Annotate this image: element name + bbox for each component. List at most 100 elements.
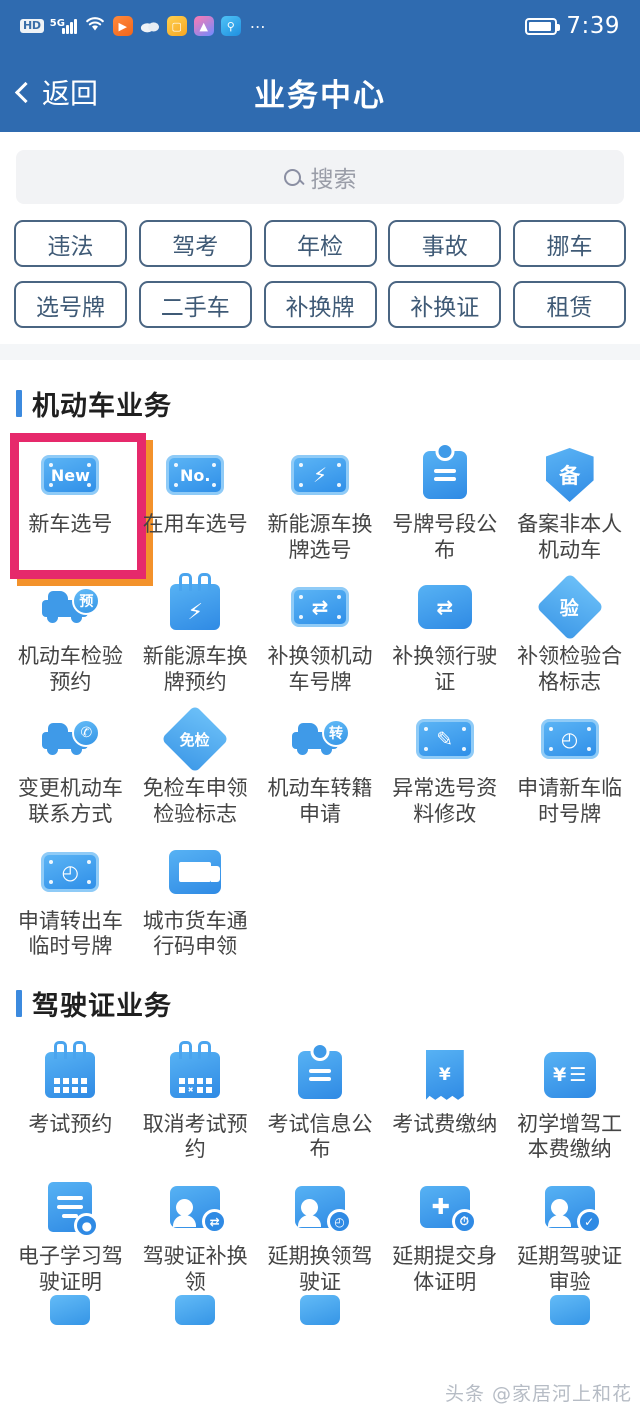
plate-edit-icon: ✎ <box>414 711 476 767</box>
grid-item-haopai-haoduan-gongbu[interactable]: 号牌号段公布 <box>382 439 507 563</box>
more-dots-icon: ⋯ <box>249 16 267 36</box>
plate-clock-icon: ◴ <box>539 711 601 767</box>
chip-nianjian[interactable]: 年检 <box>263 220 377 267</box>
partial-next-row <box>8 1295 632 1326</box>
car-transfer-icon: 转 <box>289 711 351 767</box>
grid-item-label: 号牌号段公布 <box>392 512 498 562</box>
search-app-icon: ⚲ <box>220 16 241 36</box>
grid-item-kaoshi-yuyue[interactable]: 考试预约 <box>8 1039 133 1163</box>
license-plate-lightning-icon: ⚡ <box>289 447 351 503</box>
chip-zulin[interactable]: 租赁 <box>513 281 626 328</box>
status-bar-right: 7:39 <box>525 13 620 39</box>
chip-xuanhaopai[interactable]: 选号牌 <box>14 281 127 328</box>
truck-pass-icon <box>164 844 226 900</box>
car-exchange-icon: ⇄ <box>414 579 476 635</box>
pink-app-icon: ▲ <box>193 16 214 36</box>
grid-item-label: 新车选号 <box>28 512 113 536</box>
grid-item-buhuanling-xingshizheng[interactable]: ⇄ 补换领行驶证 <box>382 571 507 695</box>
grid-item-label: 变更机动车联系方式 <box>17 776 123 827</box>
grid-item-kaoshifei-jiaona[interactable]: ¥ 考试费缴纳 <box>382 1039 507 1163</box>
search-input[interactable]: 搜索 <box>16 150 624 204</box>
grid-item-kaoshi-xinxi-gongbu[interactable]: 考试信息公布 <box>258 1039 383 1163</box>
quick-tag-chips: 违法 驾考 年检 事故 挪车 选号牌 二手车 补换牌 补换证 租赁 <box>0 214 640 344</box>
license-plate-new-icon: New <box>39 447 101 503</box>
car-appointment-icon: 预 <box>39 579 101 635</box>
grid-item-jiashizheng-buhuanling[interactable]: ⇄ 驾驶证补换领 <box>133 1171 258 1295</box>
chip-buhuanzheng[interactable]: 补换证 <box>388 281 502 328</box>
grid-item-shenqing-xinche-linshi-haopai[interactable]: ◴ 申请新车临时号牌 <box>507 703 632 827</box>
grid-item-dianzi-xuexi-jiashi-zhengming[interactable]: ● 电子学习驾驶证明 <box>8 1171 133 1295</box>
grid-item-buling-jianyan-hege-biaozhi[interactable]: 验 补领检验合格标志 <box>507 571 632 695</box>
section-accent-bar <box>16 989 22 1017</box>
grid-item-biangeng-lianxi-fangshi[interactable]: ✆ 变更机动车联系方式 <box>8 703 133 827</box>
grid-item-chuxue-zengjia-gongbenfei[interactable]: ¥ ☰ 初学增驾工本费缴纳 <box>507 1039 632 1163</box>
grid-item-label: 补换领机动车号牌 <box>267 644 373 694</box>
person-check-icon: ✓ <box>539 1179 602 1235</box>
grid-item-xinche-xuanhao[interactable]: New 新车选号 <box>8 433 146 579</box>
grid-item-xinnengyuan-huanpai-xuanhao[interactable]: ⚡ 新能源车换牌选号 <box>258 439 383 563</box>
section-motor-vehicle: 机动车业务 New 新车选号 No. 在用车选号 ⚡ 新能源车换牌选号 号牌号段… <box>0 360 640 960</box>
document-person-icon: ● <box>39 1179 101 1239</box>
grid-item-label: 机动车检验预约 <box>17 644 123 694</box>
grid-item-jidongche-zhuanji-shenqing[interactable]: 转 机动车转籍申请 <box>258 703 383 827</box>
grid-item-yanqi-tijiao-shenti-zhengming[interactable]: ✚ ⏱ 延期提交身体证明 <box>382 1171 507 1295</box>
grid-item-shenqing-zhuanchuche-linshi-haopai[interactable]: ◴ 申请转出车临时号牌 <box>8 836 133 960</box>
shield-bei-icon: 备 <box>539 447 601 503</box>
partial-icon <box>507 1295 632 1326</box>
grid-item-jidongche-jianyan-yuyue[interactable]: 预 机动车检验预约 <box>8 571 133 695</box>
grid-item-label: 申请新车临时号牌 <box>517 776 623 827</box>
person-clock-icon: ◴ <box>289 1179 352 1235</box>
grid-item-buhuanling-jidongche-haopai[interactable]: ⇄ 补换领机动车号牌 <box>258 571 383 695</box>
search-zone: 搜索 <box>0 132 640 214</box>
grid-spacer <box>507 836 632 960</box>
grid-item-yanqi-jiashizheng-shenyan[interactable]: ✓ 延期驾驶证审验 <box>507 1171 632 1295</box>
grid-item-chengshi-huoche-tongxingma[interactable]: 城市货车通行码申领 <box>133 836 258 960</box>
chip-buhuanpai[interactable]: 补换牌 <box>263 281 377 328</box>
grid-item-beian-feibenren-jidongche[interactable]: 备 备案非本人机动车 <box>507 439 632 563</box>
grid-item-label: 驾驶证补换领 <box>142 1244 248 1294</box>
back-button[interactable]: 返回 <box>0 72 98 112</box>
license-plate-no-icon: No. <box>164 447 226 503</box>
grid-item-mianjianche-shenling-biaozhi[interactable]: 免检 免检车申领检验标志 <box>133 703 258 827</box>
plate-exchange-icon: ⇄ <box>289 579 351 635</box>
wifi-icon <box>84 15 106 37</box>
partial-icon <box>133 1295 258 1326</box>
grid-item-label: 延期提交身体证明 <box>392 1244 498 1294</box>
section-divider <box>0 344 640 360</box>
grid-item-label: 初学增驾工本费缴纳 <box>517 1111 623 1162</box>
grid-item-label: 异常选号资料修改 <box>392 776 498 827</box>
grid-item-label: 取消考试预约 <box>142 1111 248 1162</box>
chip-row-1: 违法 驾考 年检 事故 挪车 <box>14 220 626 267</box>
grid-item-label: 电子学习驾驶证明 <box>17 1244 123 1294</box>
receipt-yuan-edit-icon: ¥ <box>414 1047 476 1103</box>
grid-item-label: 申请转出车临时号牌 <box>17 908 123 959</box>
search-placeholder: 搜索 <box>310 167 357 193</box>
chip-ershouche[interactable]: 二手车 <box>138 281 252 328</box>
partial-icon <box>258 1295 383 1326</box>
grid-item-zaiyongche-xuanhao[interactable]: No. 在用车选号 <box>133 439 258 563</box>
grid-spacer <box>258 836 383 960</box>
grid-item-quxiao-kaoshi-yuyue[interactable]: ✖ 取消考试预约 <box>133 1039 258 1163</box>
grid-item-label: 延期驾驶证审验 <box>517 1244 623 1294</box>
car-phone-icon: ✆ <box>39 711 101 767</box>
grid-item-label: 延期换领驾驶证 <box>267 1244 373 1294</box>
section-title: 驾驶证业务 <box>32 990 172 1022</box>
clock-label: 7:39 <box>566 13 620 39</box>
grid-item-label: 机动车转籍申请 <box>267 776 373 827</box>
grid-item-yichang-xuanhao-ziliao-xiugai[interactable]: ✎ 异常选号资料修改 <box>382 703 507 827</box>
grid-item-label: 在用车选号 <box>142 512 248 536</box>
chip-weifa[interactable]: 违法 <box>14 220 127 267</box>
person-exchange-icon: ⇄ <box>164 1179 228 1235</box>
grid-item-yanqi-huanling-jiashizheng[interactable]: ◴ 延期换领驾驶证 <box>258 1171 383 1295</box>
business-center-screen: HD 5G ▶ ▢ ▲ ⚲ ⋯ 7:39 返回 业务中心 搜索 违法 驾考 年检… <box>0 0 640 1422</box>
section-title: 机动车业务 <box>32 391 172 422</box>
grid-item-label: 备案非本人机动车 <box>517 512 623 562</box>
motor-vehicle-grid: New 新车选号 No. 在用车选号 ⚡ 新能源车换牌选号 号牌号段公布 备 备… <box>8 433 632 960</box>
grid-item-xinnengyuan-huanpai-yuyue[interactable]: ⚡ 新能源车换牌预约 <box>133 571 258 695</box>
chip-shigu[interactable]: 事故 <box>388 220 502 267</box>
chip-nuoche[interactable]: 挪车 <box>513 220 626 267</box>
chip-jiakao[interactable]: 驾考 <box>138 220 252 267</box>
battery-icon <box>525 17 561 35</box>
grid-item-label: 新能源车换牌预约 <box>142 644 248 694</box>
watermark: 头条 @家居河上和花 <box>444 1383 632 1405</box>
